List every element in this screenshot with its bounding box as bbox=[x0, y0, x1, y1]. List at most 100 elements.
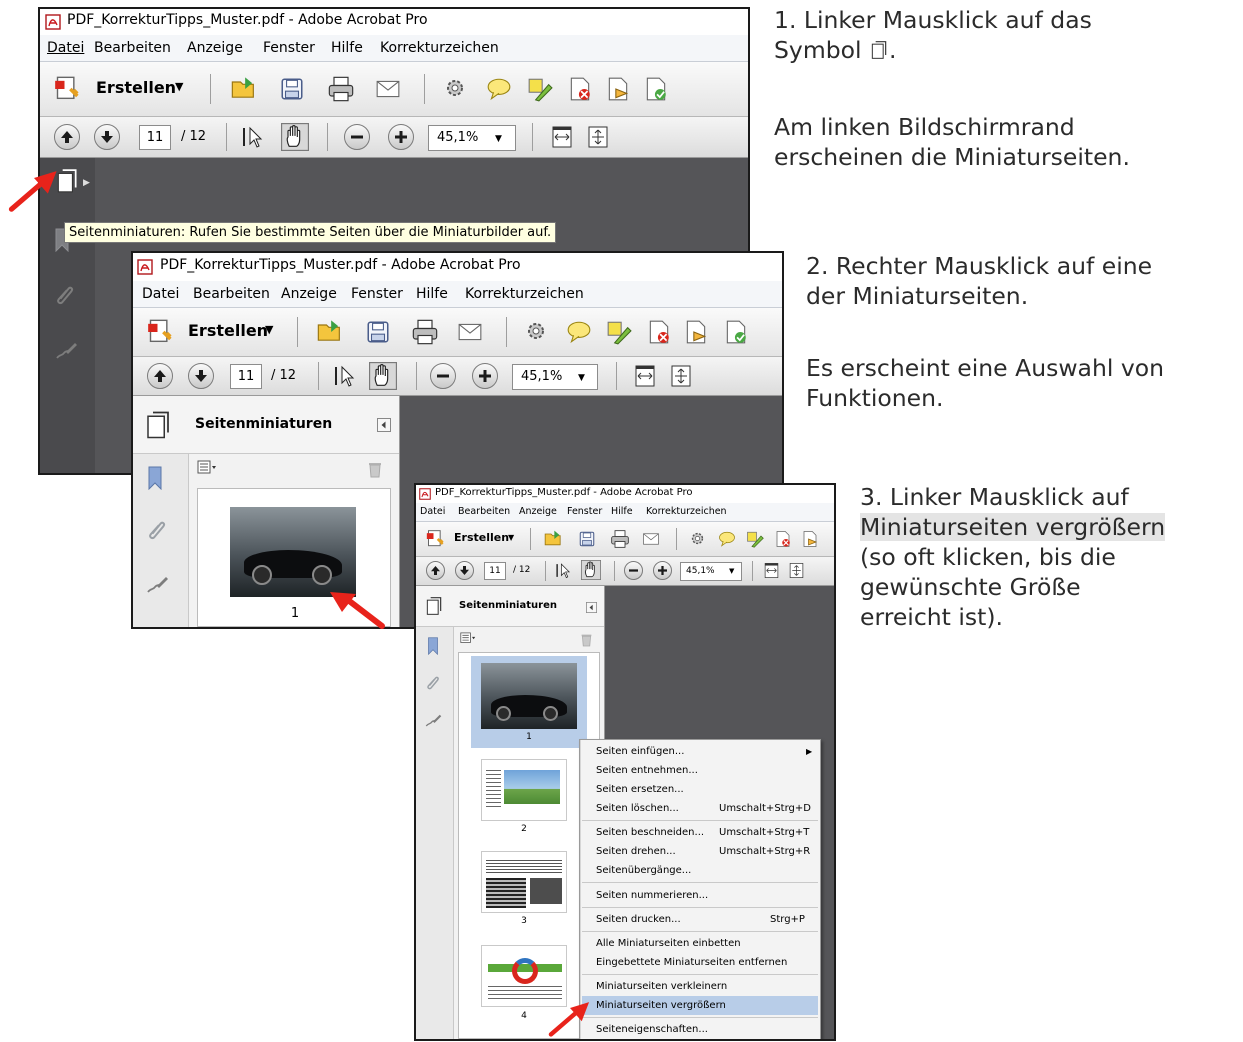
menu-fenster[interactable]: Fenster bbox=[567, 503, 602, 521]
page-thumbnails-icon[interactable] bbox=[424, 596, 444, 616]
document-approve-icon[interactable] bbox=[643, 76, 669, 102]
menu-item-seiten-einfuegen[interactable]: Seiten einfügen... ▶ bbox=[582, 742, 818, 761]
menu-fenster[interactable]: Fenster bbox=[351, 281, 403, 307]
comment-icon[interactable] bbox=[566, 319, 592, 345]
zoom-dropdown[interactable]: 45,1% ▼ bbox=[428, 125, 516, 151]
thumbnail-page-3[interactable] bbox=[481, 851, 567, 913]
thumbnail-page-1[interactable] bbox=[481, 663, 577, 729]
options-menu-icon[interactable] bbox=[197, 460, 217, 476]
zoom-dropdown[interactable]: 45,1% ▼ bbox=[512, 364, 598, 390]
menu-item-seiten-drehen[interactable]: Seiten drehen... Umschalt+Strg+R bbox=[582, 842, 818, 861]
sign-icon[interactable] bbox=[567, 76, 593, 102]
print-icon[interactable] bbox=[610, 529, 630, 549]
zoom-out-button[interactable] bbox=[430, 363, 456, 389]
attachment-icon[interactable] bbox=[425, 674, 441, 690]
signature-icon[interactable] bbox=[424, 711, 442, 729]
document-approve-icon[interactable] bbox=[723, 319, 749, 345]
menu-anzeige[interactable]: Anzeige bbox=[187, 35, 243, 61]
menu-bearbeiten[interactable]: Bearbeiten bbox=[94, 35, 171, 61]
zoom-out-button[interactable] bbox=[344, 124, 370, 150]
create-icon[interactable] bbox=[54, 75, 82, 103]
highlight-icon[interactable] bbox=[606, 319, 632, 345]
next-page-button[interactable] bbox=[94, 124, 120, 150]
zoom-in-button[interactable] bbox=[388, 124, 414, 150]
menu-item-alle-miniaturseiten-einbetten[interactable]: Alle Miniaturseiten einbetten bbox=[582, 934, 818, 953]
fit-width-icon[interactable] bbox=[550, 125, 574, 149]
menu-item-seiten-ersetzen[interactable]: Seiten ersetzen... bbox=[582, 780, 818, 799]
create-button[interactable]: Erstellen bbox=[96, 78, 176, 97]
hand-tool-icon[interactable] bbox=[369, 362, 397, 390]
collapse-panel-icon[interactable] bbox=[586, 602, 597, 613]
menu-datei[interactable]: Datei bbox=[142, 281, 179, 307]
print-icon[interactable] bbox=[411, 318, 439, 346]
previous-page-button[interactable] bbox=[426, 561, 445, 580]
menu-item-seitenuebergaenge[interactable]: Seitenübergänge... bbox=[582, 861, 818, 880]
menu-anzeige[interactable]: Anzeige bbox=[519, 503, 557, 521]
menu-korrekturzeichen[interactable]: Korrekturzeichen bbox=[380, 35, 499, 61]
menu-hilfe[interactable]: Hilfe bbox=[331, 35, 363, 61]
menu-korrekturzeichen[interactable]: Korrekturzeichen bbox=[646, 503, 727, 521]
menu-item-miniaturseiten-verkleinern[interactable]: Miniaturseiten verkleinern bbox=[582, 977, 818, 996]
save-icon[interactable] bbox=[365, 319, 391, 345]
comment-icon[interactable] bbox=[718, 530, 736, 548]
next-page-button[interactable] bbox=[455, 561, 474, 580]
email-icon[interactable] bbox=[642, 530, 660, 548]
document-action-icon[interactable] bbox=[801, 530, 819, 548]
page-thumbnails-icon[interactable] bbox=[143, 410, 173, 440]
previous-page-button[interactable] bbox=[147, 363, 173, 389]
page-number-input[interactable]: 11 bbox=[484, 562, 506, 580]
attachment-icon[interactable] bbox=[146, 518, 168, 540]
document-action-icon[interactable] bbox=[605, 76, 631, 102]
open-icon[interactable] bbox=[315, 318, 345, 346]
menu-item-seiteneigenschaften[interactable]: Seiteneigenschaften... bbox=[582, 1020, 818, 1039]
menu-anzeige[interactable]: Anzeige bbox=[281, 281, 337, 307]
menu-item-seiten-loeschen[interactable]: Seiten löschen... Umschalt+Strg+D bbox=[582, 799, 818, 818]
sign-icon[interactable] bbox=[774, 530, 792, 548]
zoom-dropdown[interactable]: 45,1% ▼ bbox=[680, 562, 742, 581]
page-number-input[interactable]: 11 bbox=[230, 364, 262, 389]
bookmark-icon[interactable] bbox=[427, 637, 439, 655]
open-icon[interactable] bbox=[229, 75, 259, 103]
chevron-down-icon[interactable]: ▼ bbox=[508, 533, 514, 542]
highlight-icon[interactable] bbox=[527, 76, 553, 102]
menu-item-miniaturseiten-vergroessern[interactable]: Miniaturseiten vergrößern bbox=[582, 996, 818, 1015]
fit-page-icon[interactable] bbox=[669, 364, 693, 388]
thumbnail-page-1[interactable] bbox=[230, 507, 356, 597]
save-icon[interactable] bbox=[578, 530, 596, 548]
fit-width-icon[interactable] bbox=[633, 364, 657, 388]
menu-item-seiten-drucken[interactable]: Seiten drucken... Strg+P bbox=[582, 910, 818, 929]
menu-item-eingebettete-miniaturseiten-entfernen[interactable]: Eingebettete Miniaturseiten entfernen bbox=[582, 953, 818, 972]
bookmark-icon[interactable] bbox=[147, 466, 163, 490]
chevron-down-icon[interactable]: ▼ bbox=[265, 323, 273, 336]
select-tool-icon[interactable] bbox=[333, 364, 357, 388]
create-icon[interactable] bbox=[426, 529, 446, 549]
chevron-down-icon[interactable]: ▼ bbox=[175, 80, 183, 93]
open-icon[interactable] bbox=[543, 529, 564, 549]
settings-gear-icon[interactable] bbox=[689, 530, 706, 547]
settings-gear-icon[interactable] bbox=[443, 76, 467, 100]
print-icon[interactable] bbox=[327, 75, 355, 103]
comment-icon[interactable] bbox=[486, 76, 512, 102]
menu-hilfe[interactable]: Hilfe bbox=[611, 503, 633, 521]
trash-icon[interactable] bbox=[580, 632, 593, 647]
menu-datei[interactable]: Datei bbox=[420, 503, 445, 521]
hand-tool-icon[interactable] bbox=[281, 123, 309, 151]
sign-icon[interactable] bbox=[646, 319, 672, 345]
create-icon[interactable] bbox=[147, 318, 175, 346]
page-number-input[interactable]: 11 bbox=[139, 125, 171, 150]
fit-width-icon[interactable] bbox=[763, 562, 780, 579]
menu-fenster[interactable]: Fenster bbox=[263, 35, 315, 61]
zoom-in-button[interactable] bbox=[472, 363, 498, 389]
options-menu-icon[interactable] bbox=[460, 632, 476, 645]
menu-bearbeiten[interactable]: Bearbeiten bbox=[193, 281, 270, 307]
zoom-out-button[interactable] bbox=[624, 561, 643, 580]
trash-icon[interactable] bbox=[367, 460, 383, 478]
select-tool-icon[interactable] bbox=[241, 125, 265, 149]
zoom-in-button[interactable] bbox=[653, 561, 672, 580]
settings-gear-icon[interactable] bbox=[524, 319, 548, 343]
select-tool-icon[interactable] bbox=[555, 562, 572, 579]
next-page-button[interactable] bbox=[188, 363, 214, 389]
menu-korrekturzeichen[interactable]: Korrekturzeichen bbox=[465, 281, 584, 307]
email-icon[interactable] bbox=[375, 76, 401, 102]
fit-page-icon[interactable] bbox=[586, 125, 610, 149]
